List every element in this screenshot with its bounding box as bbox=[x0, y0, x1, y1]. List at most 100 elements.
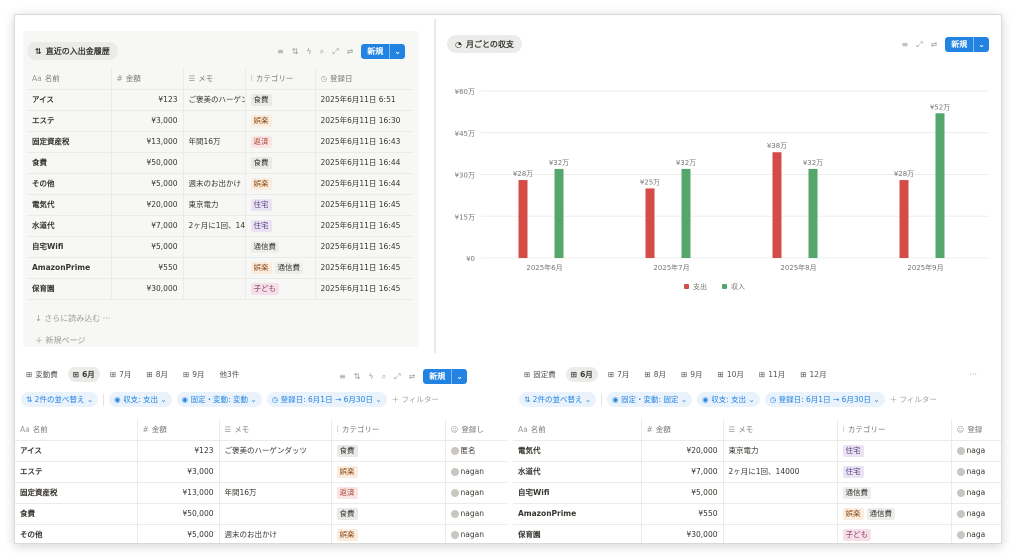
expand-icon[interactable]: ⤢ bbox=[916, 40, 922, 50]
automation-icon[interactable]: ϟ bbox=[368, 372, 373, 381]
cell-name[interactable]: 食費 bbox=[27, 152, 111, 174]
filter-chip[interactable]: ◉ 収支: 支出 ⌄ bbox=[109, 392, 172, 407]
table-row[interactable]: 水道代 ¥7,000 2ヶ月に1回、14000 住宅 naga bbox=[513, 461, 1001, 483]
cell-user[interactable]: naga bbox=[950, 503, 1001, 525]
load-more-link[interactable]: ↓ さらに読み込む ··· bbox=[35, 313, 110, 324]
tab-month[interactable]: ⊞ 6月 bbox=[565, 367, 598, 382]
filter-chip[interactable]: ◉ 収支: 支出 ⌄ bbox=[697, 392, 760, 407]
cell-user[interactable]: naga bbox=[950, 482, 1001, 504]
cell-category[interactable]: 食費 bbox=[330, 503, 445, 525]
cell-name[interactable]: 電気代 bbox=[27, 194, 111, 216]
search-icon[interactable]: ⌕ bbox=[320, 47, 324, 57]
cell-category[interactable]: 返済 bbox=[330, 482, 445, 504]
cell-amount[interactable]: ¥5,000 bbox=[110, 173, 183, 195]
cell-amount[interactable]: ¥5,000 bbox=[110, 236, 183, 258]
settings-icon[interactable]: ⇌ bbox=[931, 40, 938, 49]
cell-memo[interactable] bbox=[182, 110, 245, 132]
add-filter-button[interactable]: ＋ フィルター bbox=[392, 394, 439, 405]
cell-name[interactable]: 自宅Wifi bbox=[27, 236, 111, 258]
column-header-category[interactable]: ⁝ カテゴリー bbox=[330, 419, 445, 441]
cell-category[interactable]: 食費 bbox=[244, 89, 315, 111]
new-button[interactable]: 新規 ⌄ bbox=[423, 369, 467, 384]
table-row[interactable]: エステ ¥3,000 娯楽 2025年6月11日 16:30 bbox=[27, 110, 413, 132]
column-header-amount[interactable]: # 金額 bbox=[640, 419, 723, 441]
table-row[interactable]: 食費 ¥50,000 食費 2025年6月11日 16:44 bbox=[27, 152, 413, 174]
cell-user[interactable]: nagan bbox=[444, 503, 507, 525]
cell-date[interactable]: 2025年6月11日 16:45 bbox=[314, 236, 413, 258]
cell-name[interactable]: 食費 bbox=[15, 503, 137, 525]
cell-memo[interactable]: 東京電力 bbox=[182, 194, 245, 216]
column-header-memo[interactable]: ☰ メモ bbox=[182, 68, 245, 90]
cell-user[interactable]: naga bbox=[950, 440, 1001, 462]
cell-name[interactable]: その他 bbox=[27, 173, 111, 195]
column-header-user[interactable]: ☺ 登録し bbox=[444, 419, 507, 441]
cell-name[interactable]: 保育園 bbox=[513, 524, 641, 543]
settings-icon[interactable]: ⇌ bbox=[409, 372, 416, 381]
cell-memo[interactable]: 年間16万 bbox=[182, 131, 245, 153]
cell-amount[interactable]: ¥5,000 bbox=[136, 524, 219, 543]
table-row[interactable]: エステ ¥3,000 娯楽 nagan bbox=[15, 461, 507, 483]
filter-chip[interactable]: ◉ 固定・変動: 固定 ⌄ bbox=[607, 392, 693, 407]
cell-memo[interactable]: 週末のお出かけ bbox=[218, 524, 331, 543]
more-icon[interactable]: ··· bbox=[969, 370, 977, 379]
cell-name[interactable]: 水道代 bbox=[513, 461, 641, 483]
cell-date[interactable]: 2025年6月11日 6:51 bbox=[314, 89, 413, 111]
table-row[interactable]: 保育園 ¥30,000 子ども 2025年6月11日 16:45 bbox=[27, 278, 413, 300]
filter-chip[interactable]: ⇅ 2件の並べ替え ⌄ bbox=[519, 392, 597, 407]
cell-name[interactable]: AmazonPrime bbox=[513, 503, 641, 525]
filter-chip[interactable]: ◉ 固定・変動: 変動 ⌄ bbox=[176, 392, 262, 407]
add-filter-button[interactable]: ＋ フィルター bbox=[890, 394, 937, 405]
column-header-amount[interactable]: # 金額 bbox=[110, 68, 183, 90]
cell-date[interactable]: 2025年6月11日 16:45 bbox=[314, 278, 413, 300]
cell-category[interactable]: 食費 bbox=[330, 440, 445, 462]
cell-category[interactable]: 住宅 bbox=[244, 215, 315, 237]
tab-month[interactable]: ⊞ 7月 bbox=[603, 367, 635, 382]
bar-支出[interactable] bbox=[899, 180, 909, 258]
cell-amount[interactable]: ¥3,000 bbox=[136, 461, 219, 483]
automation-icon[interactable]: ϟ bbox=[306, 47, 311, 56]
cell-user[interactable]: 匿名 bbox=[444, 440, 507, 462]
cell-memo[interactable]: 東京電力 bbox=[722, 440, 837, 462]
cell-user[interactable]: nagan bbox=[444, 461, 507, 483]
chevron-down-icon[interactable]: ⌄ bbox=[451, 369, 467, 384]
tab-month[interactable]: ⊞ 9月 bbox=[676, 367, 708, 382]
recent-transactions-title[interactable]: ⇅ 直近の入出金履歴 bbox=[27, 42, 118, 60]
filter-icon[interactable]: ≡ bbox=[339, 372, 346, 381]
cell-amount[interactable]: ¥13,000 bbox=[136, 482, 219, 504]
column-header-memo[interactable]: ☰ メモ bbox=[218, 419, 331, 441]
cell-category[interactable]: 子ども bbox=[244, 278, 315, 300]
cell-category[interactable]: 娯楽 bbox=[244, 110, 315, 132]
table-row[interactable]: 電気代 ¥20,000 東京電力 住宅 2025年6月11日 16:45 bbox=[27, 194, 413, 216]
cell-date[interactable]: 2025年6月11日 16:45 bbox=[314, 257, 413, 279]
cell-name[interactable]: アイス bbox=[27, 89, 111, 111]
tab-month[interactable]: ⊞ 7月 bbox=[105, 367, 137, 382]
search-icon[interactable]: ⌕ bbox=[382, 372, 386, 382]
cell-memo[interactable] bbox=[182, 257, 245, 279]
column-header-name[interactable]: Aa 名前 bbox=[27, 68, 111, 90]
bar-収入[interactable] bbox=[808, 168, 818, 258]
column-header-user[interactable]: ☺ 登録 bbox=[950, 419, 1001, 441]
cell-category[interactable]: 返済 bbox=[244, 131, 315, 153]
bar-支出[interactable] bbox=[518, 180, 528, 258]
cell-date[interactable]: 2025年6月11日 16:45 bbox=[314, 215, 413, 237]
cell-date[interactable]: 2025年6月11日 16:44 bbox=[314, 173, 413, 195]
column-header-date[interactable]: ◷ 登録日 bbox=[314, 68, 413, 90]
bar-収入[interactable] bbox=[935, 113, 945, 258]
tab-month[interactable]: ⊞ 8月 bbox=[639, 367, 671, 382]
table-row[interactable]: その他 ¥5,000 週末のお出かけ 娯楽 2025年6月11日 16:44 bbox=[27, 173, 413, 195]
monthly-balance-title[interactable]: ◔ 月ごとの収支 bbox=[447, 35, 522, 53]
bar-支出[interactable] bbox=[645, 188, 655, 258]
cell-name[interactable]: 電気代 bbox=[513, 440, 641, 462]
bar-支出[interactable] bbox=[772, 152, 782, 258]
cell-memo[interactable] bbox=[722, 524, 837, 543]
table-row[interactable]: 自宅Wifi ¥5,000 通信費 naga bbox=[513, 482, 1001, 504]
table-row[interactable]: 保育園 ¥30,000 子ども naga bbox=[513, 524, 1001, 543]
cell-date[interactable]: 2025年6月11日 16:43 bbox=[314, 131, 413, 153]
cell-user[interactable]: nagan bbox=[444, 482, 507, 504]
table-row[interactable]: その他 ¥5,000 週末のお出かけ 娯楽 nagan bbox=[15, 524, 507, 543]
cell-date[interactable]: 2025年6月11日 16:30 bbox=[314, 110, 413, 132]
cell-user[interactable]: nagan bbox=[444, 524, 507, 543]
table-row[interactable]: 電気代 ¥20,000 東京電力 住宅 naga bbox=[513, 440, 1001, 462]
table-row[interactable]: 水道代¥7,0002ヶ月に1回、14000 住宅 2025年6月11日 16:45 bbox=[27, 215, 413, 237]
cell-amount[interactable]: ¥30,000 bbox=[110, 278, 183, 300]
